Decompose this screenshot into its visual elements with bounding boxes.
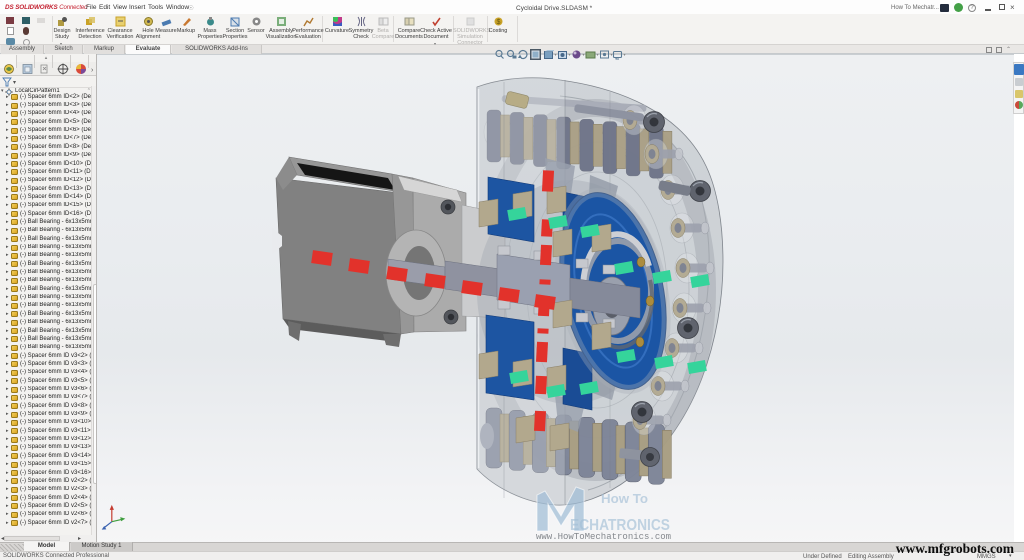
svg-text:›: › xyxy=(91,67,94,74)
svg-text:▾: ▾ xyxy=(13,80,16,86)
svg-text:How To: How To xyxy=(601,491,648,506)
